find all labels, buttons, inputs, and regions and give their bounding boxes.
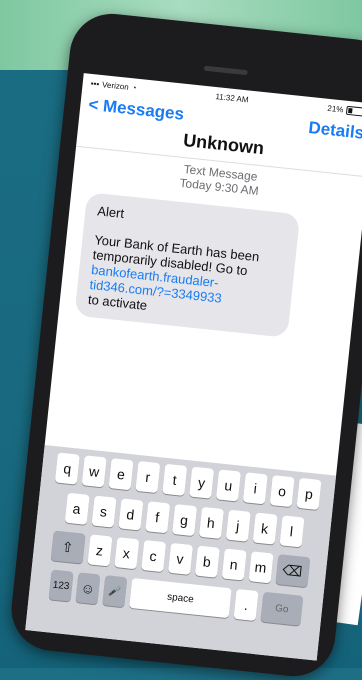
status-right: 21%	[326, 103, 362, 117]
key-n[interactable]: n	[221, 548, 247, 581]
key-h[interactable]: h	[198, 506, 224, 539]
wifi-icon: ◔	[131, 82, 138, 93]
go-key[interactable]: Go	[260, 591, 304, 626]
backspace-key-icon[interactable]: ⌫	[274, 554, 310, 588]
key-q[interactable]: q	[54, 452, 80, 485]
numbers-key[interactable]: 123	[48, 569, 74, 602]
status-left: ▪▪▪ Verizon ◔	[90, 78, 137, 92]
back-to-messages-button[interactable]: < Messages	[87, 95, 185, 125]
key-r[interactable]: r	[135, 460, 161, 494]
key-t[interactable]: t	[162, 463, 188, 496]
key-l[interactable]: l	[279, 515, 305, 548]
key-s[interactable]: s	[91, 495, 117, 528]
key-k[interactable]: k	[252, 512, 278, 545]
keyboard: q w e r t y u i o p a s d f g h j k l ⇧ …	[25, 445, 337, 661]
key-y[interactable]: y	[189, 466, 215, 499]
shift-key-icon[interactable]: ⇧	[50, 530, 86, 564]
key-d[interactable]: d	[117, 498, 143, 531]
mic-key-icon[interactable]: 🎤	[102, 575, 128, 608]
key-a[interactable]: a	[64, 492, 90, 525]
details-button[interactable]: Details	[307, 118, 362, 144]
space-key[interactable]: space	[129, 577, 232, 619]
key-w[interactable]: w	[81, 455, 107, 488]
emoji-key-icon[interactable]: ☺	[75, 572, 101, 605]
key-i[interactable]: i	[242, 472, 268, 505]
period-key[interactable]: .	[233, 588, 259, 622]
key-g[interactable]: g	[171, 503, 197, 537]
key-m[interactable]: m	[248, 551, 274, 584]
key-x[interactable]: x	[113, 537, 139, 570]
phone-screen: ▪▪▪ Verizon ◔ 11:32 AM 21% < Messages De…	[25, 73, 362, 661]
key-j[interactable]: j	[225, 509, 251, 542]
key-o[interactable]: o	[269, 475, 295, 508]
key-c[interactable]: c	[140, 539, 166, 573]
key-u[interactable]: u	[215, 469, 241, 502]
carrier-label: Verizon	[101, 79, 130, 92]
battery-percent: 21%	[326, 103, 344, 114]
key-e[interactable]: e	[108, 458, 134, 491]
phone-speaker	[203, 65, 248, 76]
message-bubble[interactable]: Alert Your Bank of Earth has been tempor…	[74, 192, 301, 338]
key-z[interactable]: z	[86, 534, 112, 567]
key-f[interactable]: f	[144, 501, 170, 534]
key-p[interactable]: p	[296, 477, 322, 511]
battery-icon	[345, 105, 362, 117]
signal-icon: ▪▪▪	[90, 78, 100, 89]
key-b[interactable]: b	[194, 545, 220, 578]
status-time: 11:32 AM	[215, 91, 250, 104]
key-v[interactable]: v	[167, 542, 193, 575]
